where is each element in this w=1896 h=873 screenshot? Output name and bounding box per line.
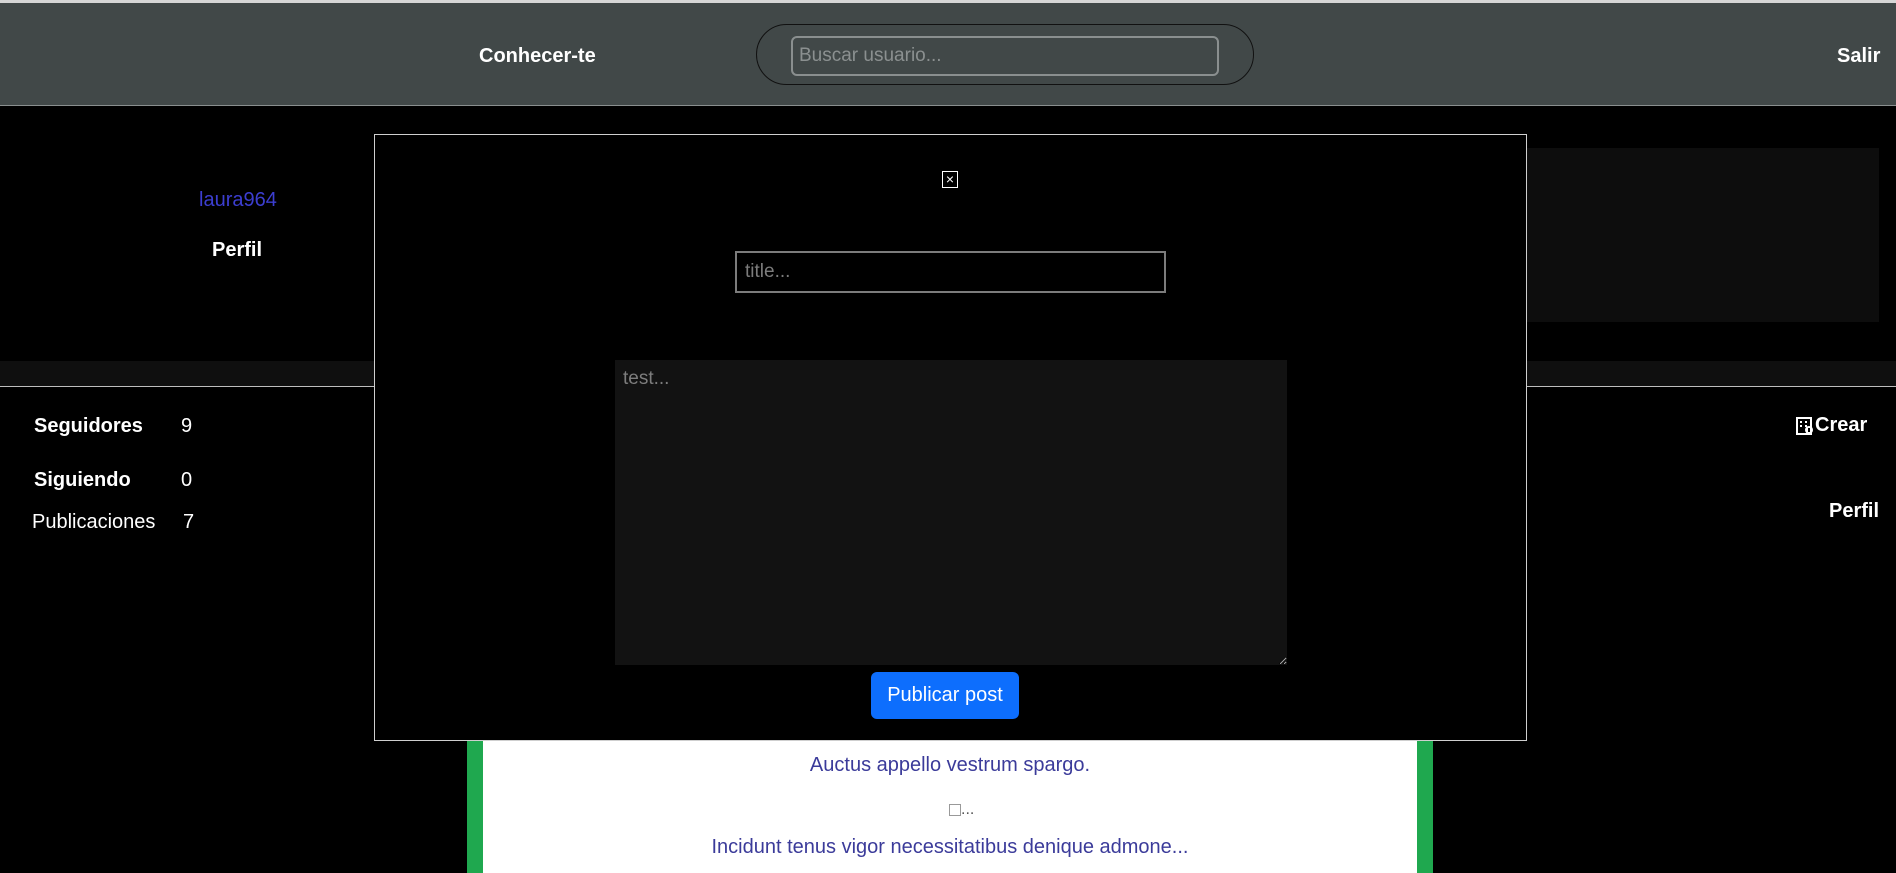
- post-image-alt: ...: [961, 801, 975, 818]
- post-excerpt[interactable]: Incidunt tenus vigor necessitatibus deni…: [483, 836, 1417, 859]
- close-icon[interactable]: ×: [942, 171, 958, 188]
- post-body-textarea[interactable]: [615, 360, 1287, 665]
- broken-image-icon: [949, 803, 961, 816]
- create-post-link[interactable]: Crear: [1796, 414, 1867, 437]
- create-label: Crear: [1815, 414, 1868, 436]
- post-title[interactable]: Auctus appello vestrum spargo.: [483, 754, 1417, 777]
- stat-following-label[interactable]: Siguiendo: [34, 469, 131, 492]
- post-title-input[interactable]: [735, 251, 1166, 293]
- top-navbar: Conhecer-te Salir: [0, 0, 1896, 106]
- brand-link[interactable]: Conhecer-te: [479, 45, 596, 68]
- username-link[interactable]: laura964: [199, 189, 277, 212]
- profile-link-left[interactable]: Perfil: [212, 239, 262, 262]
- stat-posts-label: Publicaciones: [32, 511, 156, 533]
- search-input[interactable]: [791, 36, 1219, 76]
- create-post-modal: × Publicar post: [374, 134, 1527, 741]
- logout-link[interactable]: Salir: [1837, 45, 1880, 68]
- publish-post-button[interactable]: Publicar post: [871, 672, 1019, 719]
- stat-posts-value: 7: [183, 511, 195, 533]
- stat-following-value: 0: [181, 469, 193, 491]
- post-image: ...: [949, 801, 974, 819]
- stat-followers-label[interactable]: Seguidores: [34, 415, 143, 438]
- profile-link-right[interactable]: Perfil: [1829, 500, 1879, 523]
- search-form: [756, 24, 1254, 85]
- post-card[interactable]: Auctus appello vestrum spargo. ... Incid…: [467, 740, 1433, 873]
- right-panel: [1526, 148, 1879, 322]
- building-icon: [1796, 416, 1813, 435]
- stat-followers-value: 9: [181, 415, 193, 437]
